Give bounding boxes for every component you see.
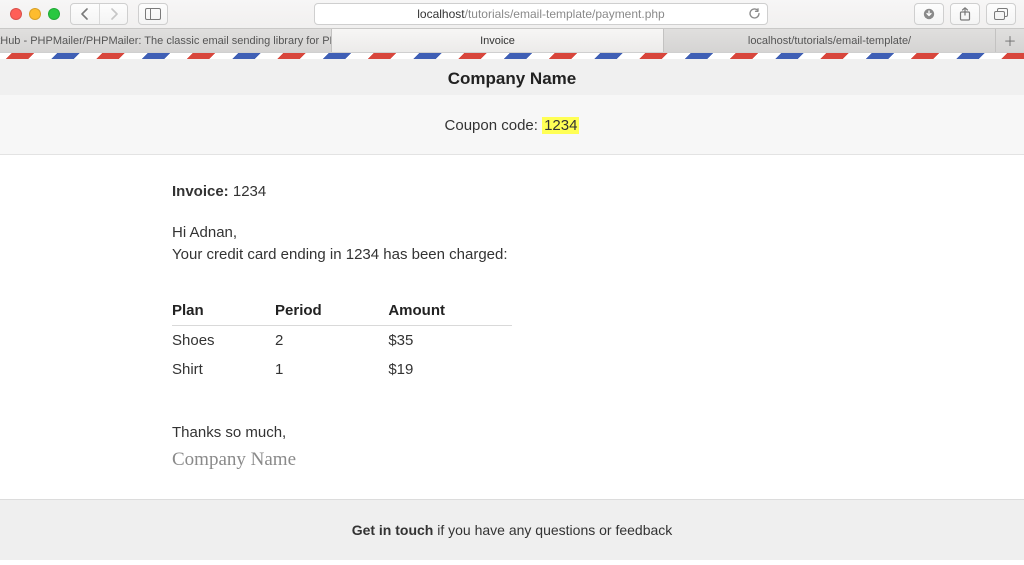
company-title: Company Name [0, 69, 1024, 89]
browser-chrome: localhost/tutorials/email-template/payme… [0, 0, 1024, 53]
tab-email-template[interactable]: localhost/tutorials/email-template/ [664, 29, 996, 52]
tab-label: GitHub - PHPMailer/PHPMailer: The classi… [0, 35, 332, 47]
chevron-left-icon [80, 8, 90, 20]
email-body: Invoice: 1234 Hi Adnan, Your credit card… [172, 155, 852, 471]
thanks-line: Thanks so much, [172, 424, 852, 441]
reload-icon [748, 7, 761, 20]
zoom-window-button[interactable] [48, 8, 60, 20]
table-header-row: Plan Period Amount [172, 296, 512, 326]
toolbar-right [914, 3, 1016, 25]
address-bar[interactable]: localhost/tutorials/email-template/payme… [314, 3, 768, 25]
tab-label: Invoice [480, 35, 515, 47]
line-items-table: Plan Period Amount Shoes 2 $35 Shirt 1 $… [172, 296, 512, 384]
table-row: Shirt 1 $19 [172, 355, 512, 384]
invoice-heading: Invoice: 1234 [172, 183, 852, 200]
url-host: localhost [417, 7, 464, 21]
footer-cta-bold: Get in touch [352, 522, 434, 538]
new-tab-button[interactable]: ＋ [996, 29, 1024, 52]
downloads-button[interactable] [914, 3, 944, 25]
nav-buttons [70, 3, 128, 25]
tabs-overview-button[interactable] [986, 3, 1016, 25]
tab-invoice[interactable]: Invoice [332, 29, 664, 52]
back-button[interactable] [71, 4, 99, 24]
table-row: Shoes 2 $35 [172, 325, 512, 355]
titlebar: localhost/tutorials/email-template/payme… [0, 0, 1024, 28]
invoice-number: 1234 [233, 183, 266, 200]
coupon-band: Coupon code: 1234 [0, 95, 1024, 155]
cell-plan: Shoes [172, 325, 275, 355]
tab-bar: GitHub - PHPMailer/PHPMailer: The classi… [0, 28, 1024, 52]
sidebar-toggle-button[interactable] [138, 3, 168, 25]
share-button[interactable] [950, 3, 980, 25]
minimize-window-button[interactable] [29, 8, 41, 20]
cell-period: 1 [275, 355, 388, 384]
download-icon [923, 8, 935, 20]
sidebar-icon [145, 8, 161, 20]
url-path: /tutorials/email-template/payment.php [465, 7, 665, 21]
tab-label: localhost/tutorials/email-template/ [748, 35, 911, 47]
chevron-right-icon [109, 8, 119, 20]
footer-cta: Get in touch if you have any questions o… [0, 499, 1024, 560]
cell-period: 2 [275, 325, 388, 355]
coupon-label: Coupon code: [445, 117, 543, 134]
invoice-label: Invoice: [172, 183, 229, 200]
cell-amount: $35 [388, 325, 512, 355]
greeting-line-1: Hi Adnan, [172, 222, 852, 244]
greeting-line-2: Your credit card ending in 1234 has been… [172, 244, 852, 266]
col-amount: Amount [388, 296, 512, 326]
header-band: Company Name [0, 59, 1024, 95]
tabs-icon [994, 8, 1008, 20]
close-window-button[interactable] [10, 8, 22, 20]
share-icon [959, 7, 971, 21]
signature: Company Name [172, 449, 852, 471]
tab-phpmailer[interactable]: GitHub - PHPMailer/PHPMailer: The classi… [0, 29, 332, 52]
col-plan: Plan [172, 296, 275, 326]
footer-cta-rest: if you have any questions or feedback [433, 522, 672, 538]
greeting-block: Hi Adnan, Your credit card ending in 123… [172, 222, 852, 266]
cell-amount: $19 [388, 355, 512, 384]
coupon-code: 1234 [542, 117, 579, 134]
forward-button[interactable] [99, 4, 127, 24]
window-controls [8, 8, 64, 20]
footer-links: Contact Us | Facebook | Twitter | Suppor… [0, 560, 1024, 565]
col-period: Period [275, 296, 388, 326]
reload-button[interactable] [748, 7, 761, 20]
cell-plan: Shirt [172, 355, 275, 384]
page-viewport: Company Name Coupon code: 1234 Invoice: … [0, 53, 1024, 565]
